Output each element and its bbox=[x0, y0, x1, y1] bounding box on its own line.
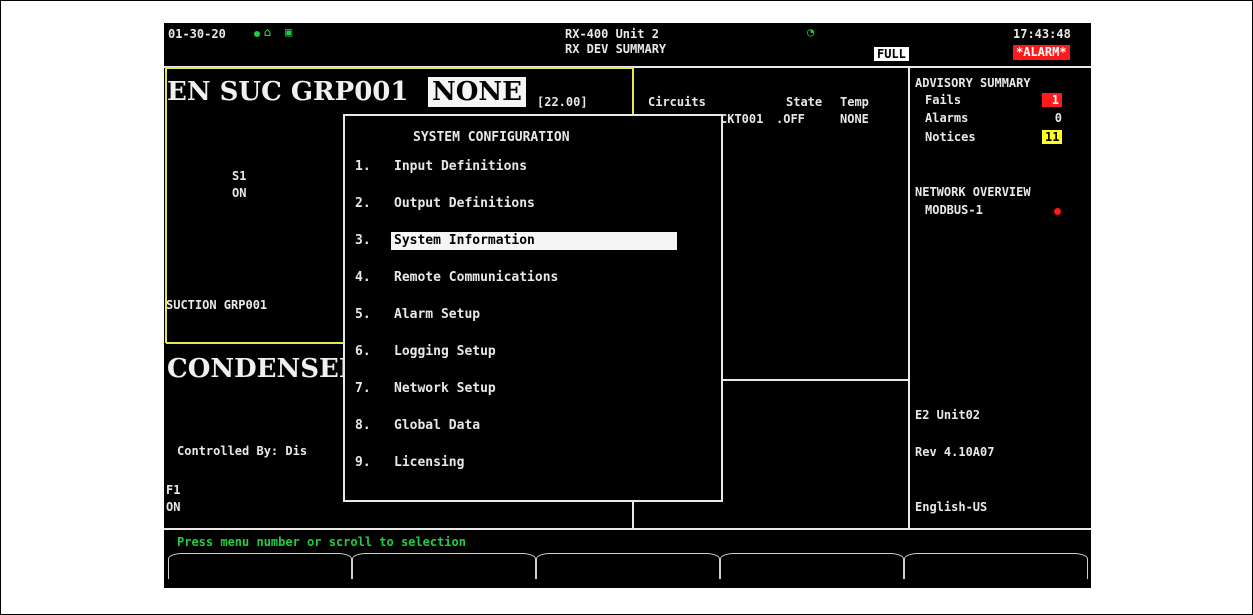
circuit-name: CKT001 bbox=[720, 112, 764, 126]
status-led-icon bbox=[254, 31, 260, 37]
circuit-state: .OFF bbox=[776, 112, 805, 126]
disk-icon: ▣ bbox=[285, 25, 293, 39]
menu-item[interactable]: 7. Network Setup bbox=[355, 380, 499, 398]
menu-item-label: Remote Communications bbox=[394, 270, 559, 285]
unit-language: English-US bbox=[915, 500, 988, 514]
stage-state: ON bbox=[232, 186, 247, 200]
header-unit: RX-400 Unit 2 bbox=[565, 27, 659, 41]
circuit-row[interactable]: CKT001 .OFF NONE bbox=[720, 112, 869, 126]
menu-item-label: Input Definitions bbox=[394, 159, 528, 174]
condenser-right-divider bbox=[632, 499, 634, 530]
menu-item[interactable]: 5. Alarm Setup bbox=[355, 306, 483, 324]
controller-screen: 01-30-20 ⌂ ▣ RX-400 Unit 2 RX DEV SUMMAR… bbox=[164, 23, 1091, 588]
unit-name: E2 Unit02 bbox=[915, 408, 981, 422]
menu-item-label: Alarm Setup bbox=[394, 307, 481, 322]
stage-name: S1 bbox=[232, 169, 247, 183]
notices-count-badge[interactable]: 11 bbox=[1042, 130, 1062, 144]
function-key-4[interactable] bbox=[720, 553, 904, 579]
popup-title: SYSTEM CONFIGURATION bbox=[413, 130, 570, 145]
fan-name: F1 bbox=[166, 483, 181, 497]
menu-item-number: 5. bbox=[355, 307, 371, 322]
system-configuration-popup: SYSTEM CONFIGURATION 1. Input Definitions… bbox=[343, 114, 723, 502]
circuits-header: Circuits bbox=[648, 95, 706, 109]
menu-item-label: Logging Setup bbox=[394, 344, 496, 359]
fails-count-badge[interactable]: 1 bbox=[1042, 93, 1062, 107]
alarm-badge[interactable]: *ALARM* bbox=[1013, 45, 1070, 60]
network-title: NETWORK OVERVIEW bbox=[915, 185, 1031, 199]
alarms-label: Alarms bbox=[925, 111, 969, 125]
advisory-title: ADVISORY SUMMARY bbox=[915, 76, 1031, 90]
menu-item-number: 8. bbox=[355, 418, 371, 433]
menu-item-label: Network Setup bbox=[394, 381, 496, 396]
function-key-3[interactable] bbox=[536, 553, 720, 579]
function-key-5[interactable] bbox=[904, 553, 1088, 579]
fails-label: Fails bbox=[925, 93, 962, 107]
full-mode-badge: FULL bbox=[874, 47, 909, 61]
status-bar: Press menu number or scroll to selection bbox=[177, 535, 466, 549]
function-key-2[interactable] bbox=[352, 553, 536, 579]
menu-item[interactable]: 8. Global Data bbox=[355, 417, 483, 435]
menu-item-number: 4. bbox=[355, 270, 371, 285]
suction-setpoint-label: NONE bbox=[428, 77, 526, 107]
state-header: State bbox=[786, 95, 823, 109]
menu-item[interactable]: 2. Output Definitions bbox=[355, 195, 538, 213]
suction-panel[interactable]: EN SUC GRP001 bbox=[167, 77, 408, 107]
suction-title: EN SUC GRP001 bbox=[167, 77, 409, 107]
menu-item-label: Output Definitions bbox=[394, 196, 535, 211]
network-item[interactable]: MODBUS-1 bbox=[925, 203, 983, 217]
unit-rev: Rev 4.10A07 bbox=[915, 445, 995, 459]
suction-value: [22.00] bbox=[537, 95, 588, 109]
menu-item[interactable]: 6. Logging Setup bbox=[355, 343, 499, 361]
header-date: 01-30-20 bbox=[168, 27, 226, 41]
right-column-divider bbox=[908, 68, 910, 530]
clock-icon: ◔ bbox=[807, 25, 815, 39]
menu-item-label: System Information bbox=[391, 232, 677, 250]
home-icon: ⌂ bbox=[264, 25, 272, 39]
menu-item-number: 1. bbox=[355, 159, 371, 174]
notices-label: Notices bbox=[925, 130, 976, 144]
fan-state: ON bbox=[166, 500, 181, 514]
menu-item-number: 6. bbox=[355, 344, 371, 359]
menu-item-number: 3. bbox=[355, 233, 371, 248]
footer-divider bbox=[164, 528, 1091, 530]
suction-panel-top-border bbox=[166, 67, 633, 69]
function-key-1[interactable] bbox=[168, 553, 352, 579]
header-screen-title: RX DEV SUMMARY bbox=[565, 42, 667, 56]
menu-item[interactable]: 3. System Information bbox=[355, 232, 677, 250]
menu-item-label: Global Data bbox=[394, 418, 481, 433]
menu-item-number: 9. bbox=[355, 455, 371, 470]
condenser-controlled-by: Controlled By: Dis bbox=[177, 444, 308, 458]
menu-item[interactable]: 4. Remote Communications bbox=[355, 269, 561, 287]
network-status-dot-icon bbox=[1054, 208, 1061, 215]
menu-item-number: 7. bbox=[355, 381, 371, 396]
menu-item-label: Licensing bbox=[394, 455, 465, 470]
temp-header: Temp bbox=[840, 95, 869, 109]
header-time: 17:43:48 bbox=[1013, 27, 1071, 41]
menu-item[interactable]: 1. Input Definitions bbox=[355, 158, 530, 176]
circuit-temp: NONE bbox=[840, 112, 869, 126]
suction-group-name: SUCTION GRP001 bbox=[166, 298, 268, 312]
menu-item[interactable]: 9. Licensing bbox=[355, 454, 467, 472]
alarms-count[interactable]: 0 bbox=[1042, 111, 1062, 125]
menu-item-number: 2. bbox=[355, 196, 371, 211]
